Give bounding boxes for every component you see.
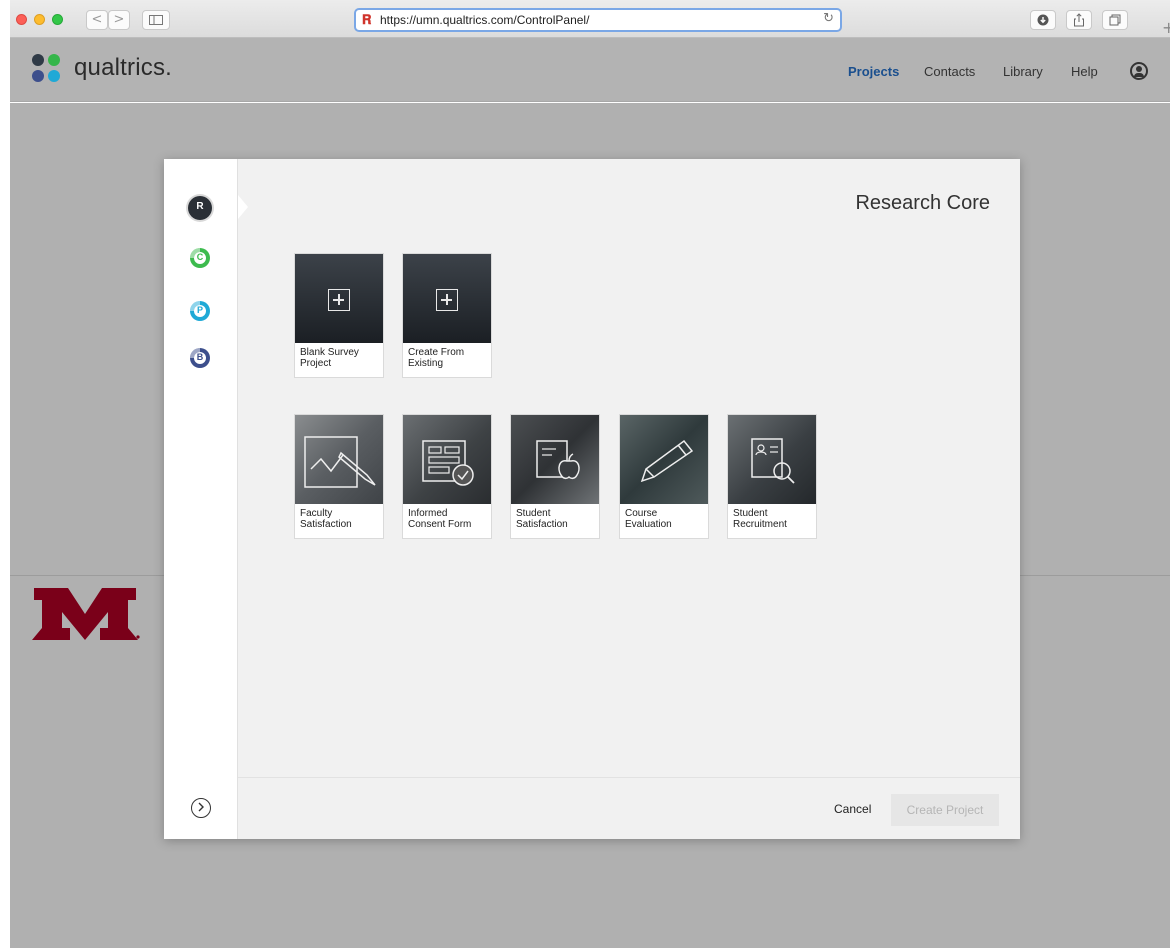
research-core-icon[interactable]: R bbox=[188, 196, 212, 220]
plus-icon bbox=[328, 289, 350, 311]
address-url: https://umn.qualtrics.com/ControlPanel/ bbox=[380, 13, 590, 27]
tile-label: Student Recruitment bbox=[733, 508, 787, 530]
sidebar-icon bbox=[149, 15, 163, 25]
tile-label: Create From Existing bbox=[408, 347, 465, 369]
reload-icon[interactable]: ↻ bbox=[823, 11, 834, 26]
tabs-icon bbox=[1109, 14, 1121, 26]
tile-informed-consent-form[interactable]: Informed Consent Form bbox=[402, 414, 492, 539]
nav-help[interactable]: Help bbox=[1071, 64, 1098, 79]
tile-label: Course Evaluation bbox=[625, 508, 672, 530]
customer-experience-icon[interactable]: C bbox=[188, 246, 212, 270]
tile-blank-survey-project[interactable]: Blank Survey Project bbox=[294, 253, 384, 378]
modal-title: Research Core bbox=[855, 192, 990, 214]
apple-document-icon bbox=[536, 440, 580, 480]
share-icon bbox=[1074, 13, 1084, 27]
tile-label: Informed Consent Form bbox=[408, 508, 472, 530]
back-button[interactable]: < bbox=[86, 10, 108, 30]
browser-toolbar: < > 𝐑 https://umn.qualtrics.com/ControlP… bbox=[10, 0, 1170, 38]
new-tab-button[interactable]: + bbox=[1162, 18, 1170, 38]
tile-thumbnail bbox=[728, 415, 816, 504]
tile-label: Faculty Satisfaction bbox=[300, 508, 352, 530]
share-button[interactable] bbox=[1066, 10, 1092, 30]
tile-thumbnail bbox=[511, 415, 599, 504]
create-project-modal: R C P B Research Core Blank Survey Proje… bbox=[164, 159, 1020, 839]
tile-create-from-existing[interactable]: Create From Existing bbox=[402, 253, 492, 378]
tile-thumbnail bbox=[295, 254, 383, 343]
nav-projects[interactable]: Projects bbox=[848, 64, 899, 79]
tabs-overview-button[interactable] bbox=[1102, 10, 1128, 30]
profile-search-icon bbox=[751, 438, 795, 484]
close-window-button[interactable] bbox=[16, 14, 27, 25]
tile-course-evaluation[interactable]: Course Evaluation bbox=[619, 414, 709, 539]
nav-library[interactable]: Library bbox=[1003, 64, 1043, 79]
minimize-window-button[interactable] bbox=[34, 14, 45, 25]
qualtrics-wordmark[interactable]: qualtrics. bbox=[74, 54, 172, 82]
university-of-minnesota-logo-icon bbox=[32, 588, 140, 640]
pencil-icon bbox=[640, 439, 694, 483]
tile-thumbnail bbox=[403, 415, 491, 504]
nav-contacts[interactable]: Contacts bbox=[924, 64, 975, 79]
chevron-right-icon bbox=[198, 802, 204, 812]
maximize-window-button[interactable] bbox=[52, 14, 63, 25]
download-icon bbox=[1037, 14, 1049, 26]
tile-label: Student Satisfaction bbox=[516, 508, 568, 530]
form-check-icon bbox=[422, 440, 474, 486]
tile-faculty-satisfaction[interactable]: Faculty Satisfaction bbox=[294, 414, 384, 539]
tile-label: Blank Survey Project bbox=[300, 347, 359, 369]
plus-icon bbox=[436, 289, 458, 311]
qualtrics-logo-icon bbox=[32, 54, 62, 84]
cancel-button[interactable]: Cancel bbox=[834, 802, 871, 816]
qualtrics-favicon-icon: 𝐑 bbox=[362, 12, 372, 27]
employee-experience-icon[interactable]: P bbox=[188, 299, 212, 323]
chart-pen-icon bbox=[304, 436, 376, 488]
brand-experience-icon[interactable]: B bbox=[188, 346, 212, 370]
downloads-button[interactable] bbox=[1030, 10, 1056, 30]
app-header: qualtrics. Projects Contacts Library Hel… bbox=[10, 38, 1170, 102]
expand-sidebar-button[interactable] bbox=[191, 798, 211, 818]
tile-student-recruitment[interactable]: Student Recruitment bbox=[727, 414, 817, 539]
modal-footer: Cancel Create Project bbox=[238, 777, 1020, 839]
create-project-button[interactable]: Create Project bbox=[891, 794, 999, 826]
user-account-icon[interactable] bbox=[1130, 62, 1148, 80]
address-bar[interactable]: 𝐑 https://umn.qualtrics.com/ControlPanel… bbox=[354, 8, 842, 32]
sidebar-toggle-button[interactable] bbox=[142, 10, 170, 30]
tile-thumbnail bbox=[295, 415, 383, 504]
tile-thumbnail bbox=[620, 415, 708, 504]
tile-thumbnail bbox=[403, 254, 491, 343]
tile-student-satisfaction[interactable]: Student Satisfaction bbox=[510, 414, 600, 539]
project-category-sidebar: R C P B bbox=[164, 159, 238, 839]
selected-category-pointer bbox=[238, 195, 248, 219]
forward-button[interactable]: > bbox=[108, 10, 130, 30]
